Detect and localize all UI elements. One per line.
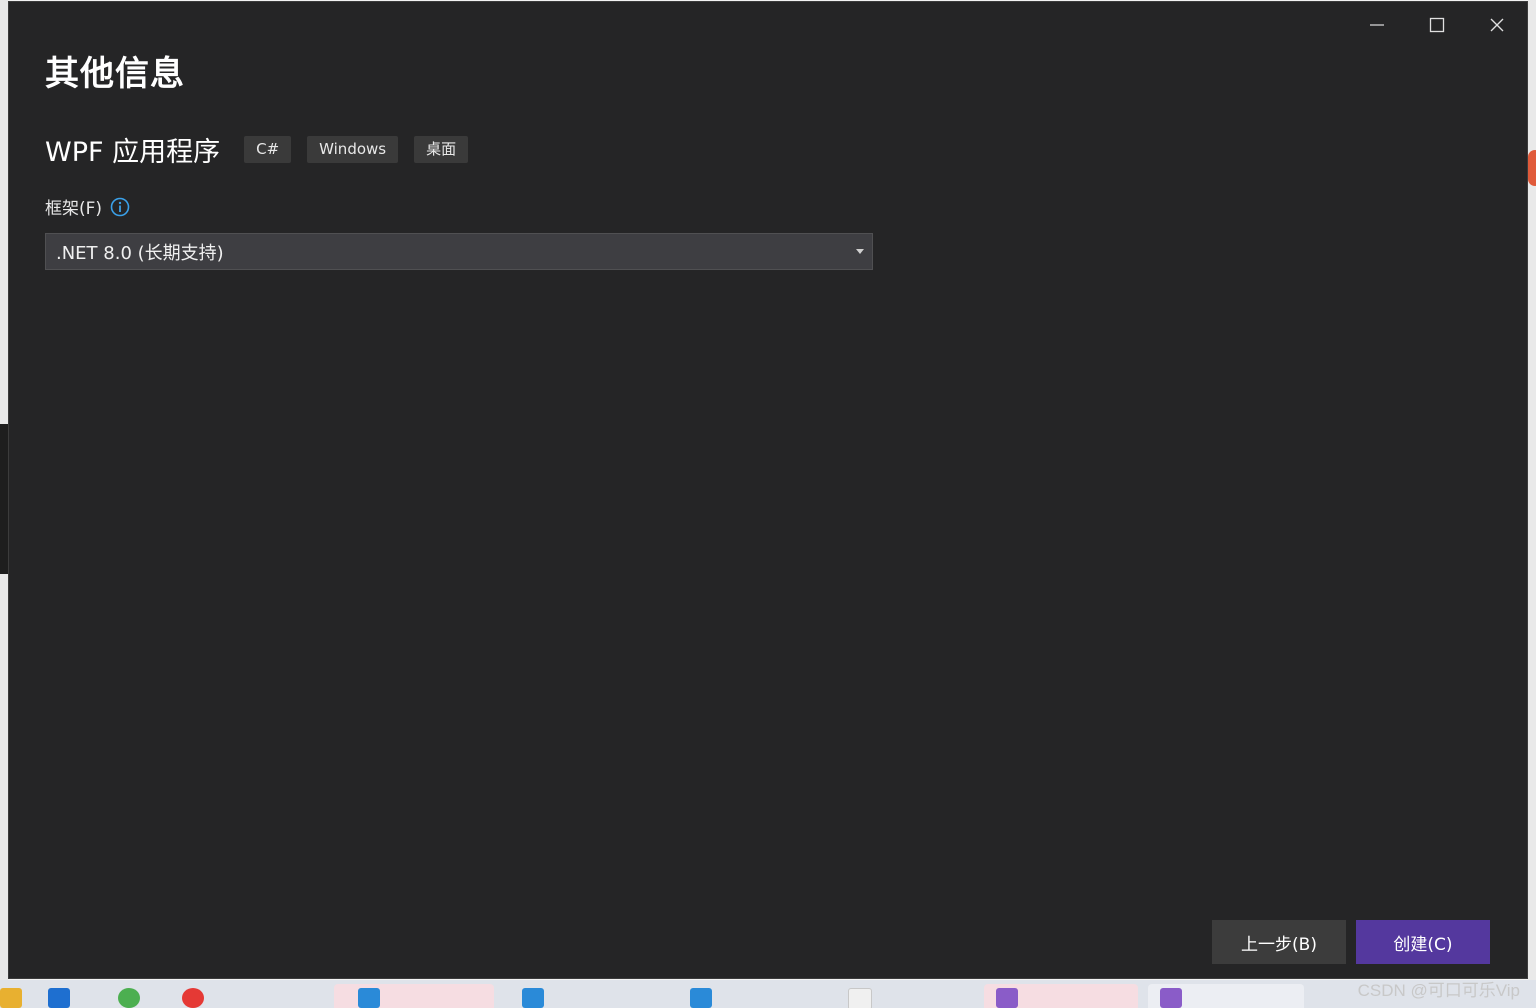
tag-language: C# xyxy=(244,136,292,163)
taskbar xyxy=(0,980,1536,1008)
minimize-button[interactable] xyxy=(1347,2,1407,48)
vscode-icon[interactable] xyxy=(522,988,544,1008)
tag-project-type: 桌面 xyxy=(414,136,469,163)
info-icon[interactable] xyxy=(110,197,130,217)
tag-platform: Windows xyxy=(307,136,399,163)
vscode-icon[interactable] xyxy=(690,988,712,1008)
visual-studio-icon xyxy=(1160,988,1182,1008)
background-panel xyxy=(0,424,8,574)
folder-icon[interactable] xyxy=(848,988,872,1008)
file-explorer-icon[interactable] xyxy=(0,988,22,1008)
chat-app-icon[interactable] xyxy=(118,988,140,1008)
vscode-icon xyxy=(358,988,380,1008)
framework-label: 框架(F) xyxy=(45,199,103,219)
minimize-icon xyxy=(1370,24,1384,26)
chevron-down-icon xyxy=(856,249,864,254)
create-button[interactable]: 创建(C) xyxy=(1356,920,1490,964)
browser-icon[interactable] xyxy=(182,988,204,1008)
project-type-row: WPF 应用程序 C# Windows 桌面 xyxy=(45,130,484,169)
back-button[interactable]: 上一步(B) xyxy=(1212,920,1346,964)
project-type-name: WPF 应用程序 xyxy=(45,137,221,168)
background-window-right xyxy=(1528,0,1536,980)
close-button[interactable] xyxy=(1467,2,1527,48)
background-window-left xyxy=(0,0,8,980)
framework-label-row: 框架(F) xyxy=(45,194,130,219)
page-title: 其他信息 xyxy=(45,54,185,94)
additional-info-dialog: 其他信息 WPF 应用程序 C# Windows 桌面 框架(F) .NET 8… xyxy=(8,1,1528,979)
background-badge xyxy=(1528,150,1536,186)
framework-dropdown[interactable]: .NET 8.0 (长期支持) xyxy=(45,233,873,270)
framework-selected-value: .NET 8.0 (长期支持) xyxy=(56,242,224,264)
maximize-icon xyxy=(1429,17,1445,33)
maximize-button[interactable] xyxy=(1407,2,1467,48)
visual-studio-icon xyxy=(996,988,1018,1008)
store-icon[interactable] xyxy=(48,988,70,1008)
watermark: CSDN @可口可乐Vip xyxy=(1357,981,1520,1000)
window-controls xyxy=(1347,2,1527,48)
close-icon xyxy=(1490,18,1504,32)
